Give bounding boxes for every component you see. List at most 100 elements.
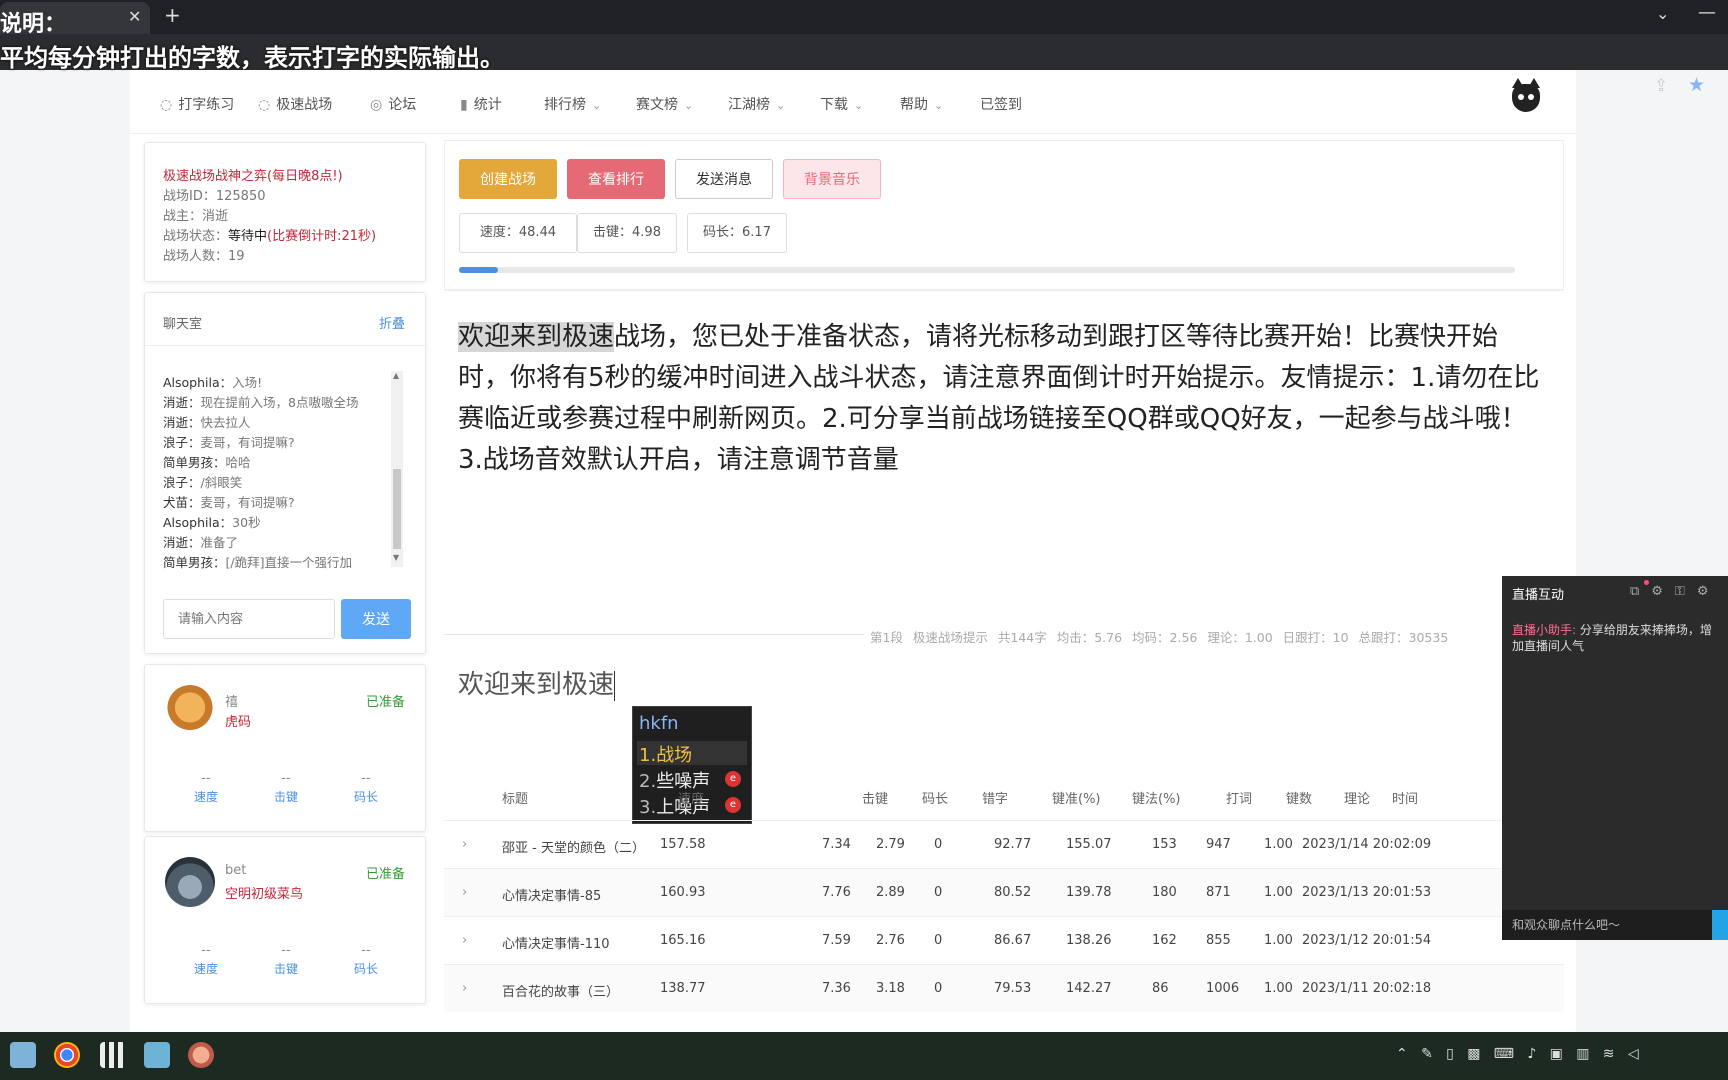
- battle-id: 战场ID：125850: [163, 189, 266, 204]
- live-send-button[interactable]: [1712, 910, 1728, 940]
- expand-chevron-icon[interactable]: ›: [462, 885, 467, 900]
- table-cell: 0: [934, 837, 943, 852]
- live-chat-input[interactable]: 和观众聊点什么吧～: [1502, 910, 1712, 940]
- nav-forum[interactable]: ◎ 论坛: [370, 94, 416, 114]
- system-tray-icons[interactable]: ⌃ ✎ ▯ ▩ ⌨ ♪ ▣ ▥ ≋ ◁: [1396, 1046, 1639, 1062]
- table-cell: 79.53: [994, 981, 1032, 996]
- nav-checked-in[interactable]: 已签到: [980, 94, 1022, 114]
- table-cell: 1006: [1206, 981, 1240, 996]
- gallery-app-icon[interactable]: [10, 1042, 36, 1068]
- table-cell: 157.58: [660, 837, 706, 852]
- scroll-down-icon: ▼: [393, 553, 400, 562]
- table-cell: 142.27: [1066, 981, 1112, 996]
- avatar: [165, 857, 215, 907]
- nav-stats[interactable]: ▮ 统计: [460, 94, 502, 114]
- table-cell: 165.16: [660, 933, 706, 948]
- table-cell: 138.77: [660, 981, 706, 996]
- chevron-down-icon: ⌄: [592, 99, 602, 112]
- article-typed: 欢迎来到极速: [458, 322, 615, 352]
- nav-race-board[interactable]: 赛文榜 ⌄: [636, 94, 693, 114]
- player-ready-status: 已准备: [365, 695, 405, 710]
- ime-composition: hkfn: [639, 713, 679, 734]
- chat-message: 犬苗：麦哥，有词提嘛?: [163, 495, 295, 510]
- live-title: 直播互动: [1512, 588, 1565, 603]
- table-cell: 180: [1152, 885, 1177, 900]
- app-icon[interactable]: [144, 1042, 170, 1068]
- new-tab-button[interactable]: +: [164, 3, 181, 27]
- bookmark-star-icon[interactable]: ★: [1688, 74, 1705, 96]
- table-cell: 2.79: [876, 837, 905, 852]
- taskbar: ⌃ ✎ ▯ ▩ ⌨ ♪ ▣ ▥ ≋ ◁: [0, 1032, 1728, 1080]
- chevron-down-icon[interactable]: ⌄: [1656, 4, 1669, 23]
- chat-message: 简单男孩：[/跪拜]直接一个强行加: [163, 555, 352, 569]
- player-title: 空明初级菜鸟: [225, 887, 304, 902]
- chat-card: 聊天室 折叠 Alsophila：入场! 消逝：现在提前入场，8点嗷嗷全场 消逝：快…: [144, 292, 426, 654]
- code-length-metric: 码长：6.17: [687, 213, 787, 253]
- top-nav: ◌ 打字练习 ◌ 极速战场 ◎ 论坛 ▮ 统计 排行榜 ⌄ 赛文榜 ⌄ 江湖榜 ⌄ 下载 ⌄ 帮…: [130, 70, 1576, 134]
- expand-chevron-icon[interactable]: ›: [462, 837, 467, 852]
- table-row[interactable]: › 邵亚 - 天堂的颜色（二） 157.58 7.34 2.79 0 92.77 155.07…: [444, 820, 1564, 868]
- table-cell: 2023/1/14 20:02:09: [1302, 837, 1432, 852]
- table-cell: 7.76: [822, 885, 851, 900]
- player-speed: -- 速度: [193, 771, 218, 804]
- table-cell: 7.36: [822, 981, 851, 996]
- battle-name: 极速战场战神之弈(每日晚8点!): [163, 169, 343, 184]
- chat-scrollbar[interactable]: ▲ ▼: [391, 371, 403, 567]
- close-icon[interactable]: ✕: [128, 7, 141, 26]
- expand-chevron-icon[interactable]: ›: [462, 933, 467, 948]
- chat-message: 消逝：快去拉人: [163, 415, 251, 430]
- table-row[interactable]: › 心情决定事情-110 165.16 7.59 2.76 0 86.67 138.26 162…: [444, 916, 1564, 964]
- chat-message: 浪子：麦哥，有词提嘛?: [163, 435, 295, 450]
- cat-logo-icon[interactable]: [1512, 78, 1540, 112]
- chevron-down-icon: ⌄: [776, 99, 786, 112]
- minimize-icon[interactable]: —: [1698, 2, 1716, 23]
- table-cell: 1.00: [1264, 885, 1293, 900]
- send-message-button[interactable]: 发送消息: [675, 159, 773, 199]
- table-cell: 1.00: [1264, 837, 1293, 852]
- table-row[interactable]: › 心情决定事情-85 160.93 7.76 2.89 0 80.52 139.78 180 8…: [444, 868, 1564, 916]
- chat-send-button[interactable]: 发送: [341, 599, 411, 639]
- ime-candidate[interactable]: 1.战场: [637, 741, 747, 766]
- app-grid-icon[interactable]: [100, 1042, 126, 1068]
- background-music-button[interactable]: 背景音乐: [783, 159, 881, 199]
- battle-count: 战场人数：19: [163, 249, 245, 264]
- battle-status: 战场状态：等待中(比赛倒计时:21秒): [163, 229, 377, 244]
- view-ranking-button[interactable]: 查看排行: [567, 159, 665, 199]
- divider: [444, 634, 864, 635]
- article-meta: 第1段 极速战场提示 共144字 均击：5.76 均码：2.56 理论：1.00…: [870, 630, 1449, 645]
- player-card: bet 空明初级菜鸟 已准备 -- 速度 -- 击键 -- 码长: [144, 836, 426, 1004]
- chat-list[interactable]: Alsophila：入场! 消逝：现在提前入场，8点嗷嗷全场 消逝：快去拉人 浪子：麦…: [163, 373, 383, 569]
- share-icon[interactable]: ⇪: [1654, 76, 1668, 96]
- table-cell: 百合花的故事（三）: [502, 985, 620, 1000]
- app-icon[interactable]: [188, 1042, 214, 1068]
- article-rest: 战场，您已处于准备状态，请将光标移动到跟打区等待比赛开始！比赛快开始时，你将有5…: [458, 322, 1540, 475]
- table-header: 标题 速度 击键 码长 错字 键准(%) 键法(%) 打词 键数 理论 时间: [502, 792, 1419, 807]
- chrome-icon[interactable]: [54, 1042, 80, 1068]
- chat-fold-button[interactable]: 折叠: [379, 313, 405, 332]
- create-battle-button[interactable]: 创建战场: [459, 159, 557, 199]
- live-toolbar-icons[interactable]: ⧉⚙⚿⚙: [1630, 584, 1720, 599]
- avatar: [165, 685, 215, 735]
- expand-chevron-icon[interactable]: ›: [462, 981, 467, 996]
- article-text: 欢迎来到极速战场，您已处于准备状态，请将光标移动到跟打区等待比赛开始！比赛快开始…: [458, 317, 1548, 481]
- player-card: 禧 虎码 已准备 -- 速度 -- 击键 -- 码长: [144, 664, 426, 832]
- nav-leaderboard[interactable]: 排行榜 ⌄: [544, 94, 601, 114]
- bar-chart-icon: ▮: [460, 97, 468, 113]
- scroll-thumb[interactable]: [393, 469, 401, 549]
- table-cell: 162: [1152, 933, 1177, 948]
- table-row[interactable]: › 百合花的故事（三） 138.77 7.36 3.18 0 79.53 142.27 86 10…: [444, 964, 1564, 1012]
- nav-help[interactable]: 帮助 ⌄: [900, 94, 943, 114]
- nav-typing-practice[interactable]: ◌ 打字练习: [160, 94, 234, 114]
- nav-download[interactable]: 下载 ⌄: [820, 94, 863, 114]
- typing-input: 欢迎来到极速: [458, 670, 616, 701]
- table-cell: 153: [1152, 837, 1177, 852]
- player-title: 虎码: [225, 715, 252, 730]
- browser-tab[interactable]: 说明： ✕: [0, 2, 150, 37]
- nav-jianghu-board[interactable]: 江湖榜 ⌄: [728, 94, 785, 114]
- nav-speed-battle[interactable]: ◌ 极速战场: [258, 94, 332, 114]
- chat-input[interactable]: [163, 599, 335, 639]
- table-cell: 0: [934, 981, 943, 996]
- table-cell: 7.34: [822, 837, 851, 852]
- player-keystroke: -- 击键: [273, 943, 298, 976]
- typing-area[interactable]: 欢迎来到极速: [444, 650, 1564, 770]
